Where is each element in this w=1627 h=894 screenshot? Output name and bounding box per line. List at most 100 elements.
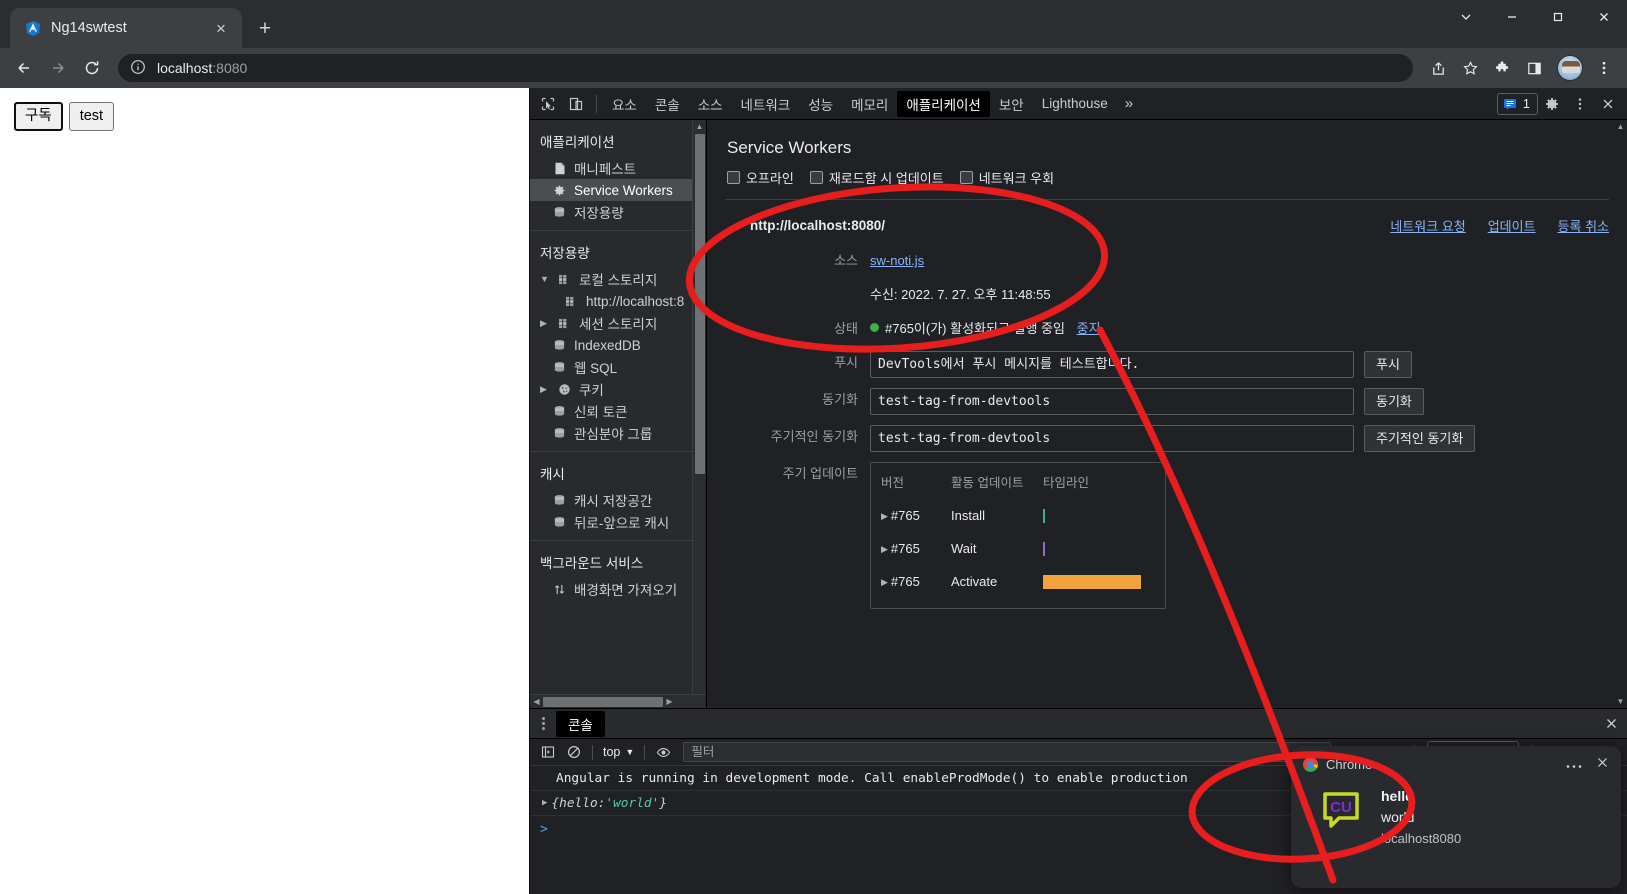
kebab-menu-icon[interactable] [1566, 91, 1594, 117]
tab-sources[interactable]: 소스 [689, 91, 732, 117]
network-requests-link[interactable]: 네트워크 요청 [1390, 216, 1465, 235]
update-link[interactable]: 업데이트 [1488, 216, 1536, 235]
sidebar-scrollbar[interactable]: ▲ ▼ [692, 120, 706, 708]
sidebar-item-web-sql[interactable]: 웹 SQL [530, 356, 706, 378]
table-row[interactable]: ▶ #765 Activate [871, 565, 1165, 598]
sidebar-item-trust-tokens[interactable]: 신뢰 토큰 [530, 400, 706, 422]
close-icon[interactable] [1596, 756, 1609, 772]
gear-icon[interactable] [1538, 91, 1566, 117]
reload-button[interactable] [76, 52, 108, 84]
chevron-down-icon[interactable] [1443, 0, 1489, 34]
tab-memory[interactable]: 메모리 [842, 91, 897, 117]
tab-application[interactable]: 애플리케이션 [897, 90, 990, 117]
checkbox-box[interactable] [809, 171, 823, 184]
expand-triangle-icon[interactable]: ▶ [542, 798, 547, 808]
share-icon[interactable] [1423, 53, 1453, 83]
subscribe-button[interactable]: 구독 [14, 102, 63, 131]
push-button[interactable]: 푸시 [1364, 351, 1412, 378]
sidebar-item-local-storage[interactable]: ▼ 로컬 스토리지 [530, 268, 706, 290]
chevron-down-icon[interactable]: ▼ [625, 747, 634, 757]
scroll-down-arrow-icon[interactable]: ▼ [1614, 697, 1627, 706]
console-filter-input[interactable]: 필터 [683, 742, 1332, 762]
sidebar-item-cookies[interactable]: ▶ 쿠키 [530, 378, 706, 400]
push-message-input[interactable]: DevTools에서 푸시 메시지를 테스트합니다. [870, 351, 1354, 378]
scroll-up-arrow-icon[interactable]: ▲ [693, 120, 706, 133]
messages-badge[interactable]: 1 [1496, 92, 1538, 115]
notification-toast[interactable]: Chrome CU hello world localhost8080 [1291, 746, 1621, 888]
info-circle-icon[interactable] [130, 59, 148, 77]
forward-button[interactable] [42, 52, 74, 84]
more-horizontal-icon[interactable] [1566, 757, 1582, 772]
chevron-right-icon[interactable]: ▶ [540, 384, 550, 394]
scrollbar-thumb[interactable] [695, 134, 705, 474]
sidebar-item-background-fetch[interactable]: 배경화면 가져오기 [530, 578, 706, 600]
checkbox-box[interactable] [959, 171, 973, 184]
side-panel-icon[interactable] [1519, 53, 1549, 83]
extensions-puzzle-icon[interactable] [1487, 53, 1517, 83]
console-context-selector[interactable]: top ▼ [599, 745, 638, 759]
drawer-menu-icon[interactable] [530, 717, 556, 730]
browser-tab[interactable]: Ng14swtest × [10, 8, 242, 48]
sidebar-item-service-workers[interactable]: Service Workers [530, 179, 706, 201]
chrome-menu-icon[interactable] [1589, 53, 1619, 83]
close-icon[interactable] [1594, 91, 1622, 117]
scrollbar-thumb[interactable] [543, 696, 663, 707]
more-tabs-button[interactable]: » [1117, 95, 1141, 112]
clear-console-icon[interactable] [562, 741, 586, 763]
tab-performance[interactable]: 성능 [799, 91, 842, 117]
source-file-link[interactable]: sw-noti.js [870, 253, 924, 268]
offline-checkbox[interactable]: 오프라인 [727, 168, 794, 187]
tab-security[interactable]: 보안 [990, 91, 1033, 117]
minimize-icon[interactable] [1489, 0, 1535, 34]
sidebar-item-back-forward-cache[interactable]: 뒤로-앞으로 캐시 [530, 511, 706, 533]
scroll-left-arrow-icon[interactable]: ◀ [530, 697, 543, 706]
main-panel-scrollbar[interactable]: ▲ ▼ [1614, 120, 1627, 708]
unregister-link[interactable]: 등록 취소 [1558, 216, 1609, 235]
bypass-for-network-checkbox[interactable]: 네트워크 우회 [959, 168, 1054, 187]
periodic-sync-button[interactable]: 주기적인 동기화 [1364, 425, 1476, 452]
sidebar-item-label: 신뢰 토큰 [574, 405, 628, 420]
test-button[interactable]: test [68, 102, 115, 131]
sidebar-item-localhost-origin[interactable]: http://localhost:8 [530, 290, 706, 312]
tab-console[interactable]: 콘솔 [646, 91, 689, 117]
sidebar-item-interest-groups[interactable]: 관심분야 그룹 [530, 422, 706, 444]
close-icon[interactable] [1581, 0, 1627, 34]
bookmark-star-icon[interactable] [1455, 53, 1485, 83]
sidebar-item-storage-overview[interactable]: 저장용량 [530, 201, 706, 223]
sidebar-item-cache-storage[interactable]: 캐시 저장공간 [530, 489, 706, 511]
sidebar-item-indexeddb[interactable]: IndexedDB [530, 334, 706, 356]
chevron-right-icon[interactable]: ▶ [881, 504, 888, 528]
chevron-right-icon[interactable]: ▶ [881, 570, 888, 594]
update-on-reload-checkbox[interactable]: 재로드함 시 업데이트 [809, 168, 944, 187]
stop-link[interactable]: 중지 [1077, 321, 1101, 336]
chevron-down-icon[interactable]: ▼ [540, 274, 550, 284]
new-tab-button[interactable]: + [248, 11, 282, 45]
live-expression-eye-icon[interactable] [651, 741, 675, 763]
sidebar-horizontal-scrollbar[interactable]: ◀ ▶ [530, 694, 706, 708]
back-button[interactable] [8, 52, 40, 84]
sync-button[interactable]: 동기화 [1364, 388, 1424, 415]
profile-avatar[interactable] [1557, 55, 1583, 81]
inspect-element-icon[interactable] [534, 91, 562, 117]
device-toolbar-icon[interactable] [562, 91, 590, 117]
chevron-right-icon[interactable]: ▶ [540, 318, 550, 328]
sidebar-item-session-storage[interactable]: ▶ 세션 스토리지 [530, 312, 706, 334]
checkbox-box[interactable] [727, 171, 740, 184]
address-bar[interactable]: localhost:8080 [118, 54, 1413, 82]
tab-lighthouse[interactable]: Lighthouse [1033, 91, 1117, 117]
close-icon[interactable]: × [210, 17, 232, 39]
tab-elements[interactable]: 요소 [603, 91, 646, 117]
table-row[interactable]: ▶ #765 Wait [871, 532, 1165, 565]
tab-network[interactable]: 네트워크 [732, 91, 800, 117]
drawer-tab-console[interactable]: 콘솔 [556, 710, 605, 737]
scroll-right-arrow-icon[interactable]: ▶ [663, 697, 676, 706]
scroll-up-arrow-icon[interactable]: ▲ [1614, 122, 1627, 131]
sidebar-item-manifest[interactable]: 매니페스트 [530, 157, 706, 179]
table-row[interactable]: ▶ #765 Install [871, 499, 1165, 532]
maximize-icon[interactable] [1535, 0, 1581, 34]
sync-tag-input[interactable]: test-tag-from-devtools [870, 388, 1354, 415]
chevron-right-icon[interactable]: ▶ [881, 537, 888, 561]
execute-sidebar-icon[interactable] [536, 741, 560, 763]
close-icon[interactable] [1595, 717, 1627, 730]
periodic-sync-tag-input[interactable]: test-tag-from-devtools [870, 425, 1354, 452]
